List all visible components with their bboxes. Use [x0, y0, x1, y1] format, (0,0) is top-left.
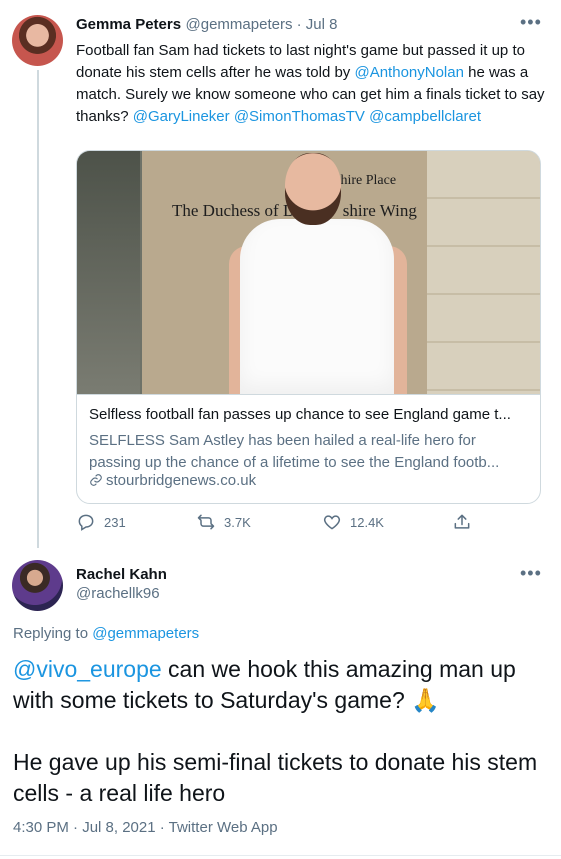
person-body — [240, 219, 394, 394]
link-icon — [89, 472, 103, 492]
link-card[interactable]: shire Place The Duchess of De shire Wing … — [76, 150, 541, 504]
tweet-text: @vivo_europe can we hook this amazing ma… — [13, 654, 548, 809]
mention-link[interactable]: @vivo_europe — [13, 656, 162, 682]
mention-link[interactable]: @campbellclaret — [369, 108, 481, 125]
retweet-count: 3.7K — [224, 514, 251, 530]
sign-text-left: The Duchess of De — [172, 201, 303, 220]
sign-text: shire Place — [335, 173, 397, 188]
avatar[interactable] — [12, 15, 63, 66]
mention-link[interactable]: @GaryLineker — [133, 108, 230, 125]
replying-prefix: Replying to — [13, 625, 93, 642]
person-head — [285, 153, 341, 225]
tweet-paragraph: @vivo_europe can we hook this amazing ma… — [13, 654, 548, 716]
tweet-timestamp[interactable]: 4:30 PM · Jul 8, 2021 · Twitter Web App — [13, 819, 278, 836]
author-handle[interactable]: @rachellk96 — [76, 585, 160, 602]
replying-to-link[interactable]: @gemmapeters — [92, 625, 199, 642]
mention-link[interactable]: @SimonThomasTV — [234, 108, 365, 125]
author-name-text: Rachel Kahn — [76, 566, 167, 583]
avatar[interactable] — [12, 560, 63, 611]
card-description: SELFLESS Sam Astley has been hailed a re… — [89, 430, 529, 474]
tweet-date[interactable]: Jul 8 — [306, 16, 338, 33]
tweet-text: Football fan Sam had tickets to last nig… — [76, 40, 546, 128]
stone-panel — [427, 151, 540, 394]
divider — [0, 855, 561, 856]
share-icon — [454, 514, 470, 529]
tweet-header: Gemma Peters @gemmapeters · Jul 8 — [76, 16, 337, 34]
like-icon — [323, 515, 341, 530]
retweet-button[interactable]: 3.7K — [196, 512, 251, 532]
card-description-line: SELFLESS Sam Astley has been hailed a re… — [89, 432, 476, 449]
separator: · — [292, 16, 306, 33]
like-count: 12.4K — [350, 514, 384, 530]
mention-link[interactable]: @AnthonyNolan — [354, 64, 463, 81]
reply-button[interactable]: 231 — [76, 512, 126, 532]
reply-count: 231 — [104, 514, 126, 530]
card-description-line: passing up the chance of a lifetime to s… — [89, 454, 500, 471]
more-icon[interactable]: ••• — [520, 563, 542, 584]
thread-connector — [37, 70, 39, 548]
card-domain-text: stourbridgenews.co.uk — [106, 472, 257, 489]
tweet-paragraph: He gave up his semi-final tickets to don… — [13, 749, 538, 806]
author-handle[interactable]: @gemmapeters — [186, 16, 293, 33]
replying-to: Replying to @gemmapeters — [13, 625, 199, 642]
card-domain[interactable]: stourbridgenews.co.uk — [89, 472, 256, 492]
card-title[interactable]: Selfless football fan passes up chance t… — [89, 406, 529, 423]
author-name[interactable]: Gemma Peters — [76, 16, 181, 33]
window-frame — [77, 151, 140, 394]
author-name[interactable]: Rachel Kahn — [76, 566, 167, 584]
sign-text-right: shire Wing — [342, 201, 417, 220]
more-icon[interactable]: ••• — [520, 12, 542, 33]
card-divider — [77, 394, 540, 395]
retweet-icon — [197, 514, 215, 530]
card-image: shire Place The Duchess of De shire Wing — [77, 151, 540, 394]
reply-icon — [78, 514, 94, 531]
like-button[interactable]: 12.4K — [322, 512, 384, 532]
pray-emoji-icon: 🙏 — [411, 687, 440, 713]
share-button[interactable] — [452, 512, 472, 532]
